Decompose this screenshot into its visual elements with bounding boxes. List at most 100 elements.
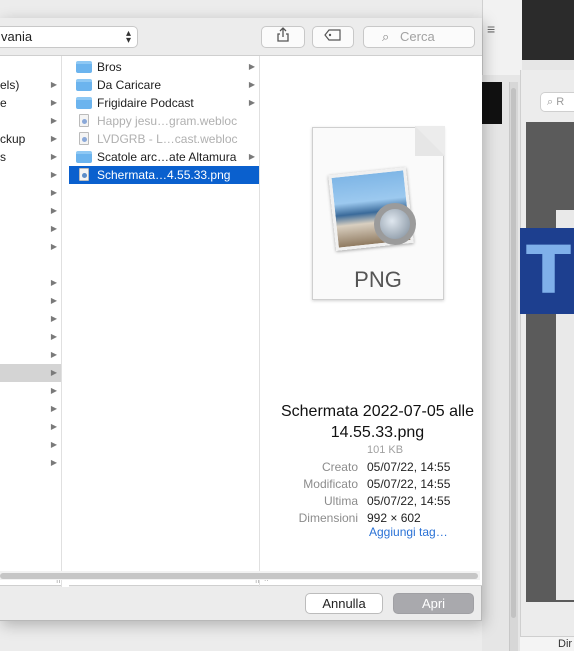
sidebar-row[interactable]: ▶ — [0, 202, 61, 220]
list-item[interactable]: Happy jesu…gram.webloc — [69, 112, 259, 130]
disclosure-arrow-icon: ▶ — [50, 440, 57, 449]
meta-key: Ultima — [323, 494, 358, 508]
list-item[interactable]: Da Caricare ▶ — [69, 76, 259, 94]
list-item-label: Scatole arc…ate Altamura — [97, 150, 237, 164]
column-gap — [62, 56, 69, 587]
webloc-file-icon — [79, 114, 89, 127]
search-icon: ⌕ — [382, 29, 390, 44]
sidebar-row[interactable]: ▶ — [0, 112, 61, 130]
background-dark-area — [522, 0, 574, 60]
disclosure-arrow-icon: ▶ — [50, 278, 57, 287]
sidebar-row[interactable]: ▶ — [0, 400, 61, 418]
background-search-field[interactable]: ⌕ R — [540, 92, 574, 112]
sidebar-row[interactable]: ▶ — [0, 418, 61, 436]
meta-key: Creato — [321, 460, 358, 474]
disclosure-arrow-icon: ▶ — [50, 116, 57, 125]
disclosure-arrow-icon: ▶ — [50, 386, 57, 395]
hamburger-menu-icon[interactable]: ≡ — [487, 22, 501, 36]
sidebar-row[interactable]: ▶ — [0, 184, 61, 202]
background-big-letter: T — [526, 232, 572, 309]
cancel-button[interactable]: Annulla — [305, 593, 383, 614]
share-icon — [276, 27, 290, 45]
sidebar-row-label: s — [0, 150, 6, 164]
sidebar-row[interactable]: ▶ — [0, 310, 61, 328]
disclosure-arrow-icon: ▶ — [50, 206, 57, 215]
horizontal-scroll-thumb[interactable] — [0, 573, 478, 579]
png-preview-icon: PNG — [312, 126, 445, 300]
sidebar-row[interactable]: ▶ — [0, 454, 61, 472]
list-item-selected[interactable]: Schermata…4.55.33.png — [69, 166, 259, 184]
disclosure-arrow-icon: ▶ — [50, 98, 57, 107]
preview-file-name: Schermata 2022-07-05 alle 14.55.33.png — [280, 403, 474, 441]
webloc-file-icon — [79, 132, 89, 145]
dialog-toolbar: vania ▴ ▾ ⌕ Cerca — [0, 18, 482, 55]
meta-key: Dimensioni — [298, 511, 358, 525]
sidebar-row[interactable]: ▶ — [0, 328, 61, 346]
preview-pane: PNG Schermata 2022-07-05 alle 14.55.33.p… — [273, 56, 482, 587]
location-label: vania — [1, 29, 33, 44]
disclosure-arrow-icon: ▶ — [248, 152, 255, 161]
png-file-icon — [79, 168, 89, 181]
sidebar-row[interactable]: ckup ▶ — [0, 130, 61, 148]
meta-value: 05/07/22, 14:55 — [367, 477, 451, 491]
sidebar-row[interactable]: s ▶ — [0, 148, 61, 166]
sidebar-row[interactable]: ▶ — [0, 274, 61, 292]
search-input[interactable]: ⌕ Cerca — [363, 26, 475, 48]
disclosure-arrow-icon: ▶ — [50, 188, 57, 197]
sidebar-row[interactable]: ▶ — [0, 238, 61, 256]
sidebar-row[interactable]: ▶ — [0, 436, 61, 454]
search-placeholder: Cerca — [400, 29, 435, 44]
sidebar-row[interactable]: ▶ — [0, 346, 61, 364]
sidebar-row-selected[interactable]: ▶ — [0, 364, 61, 382]
sidebar-row-label: ckup — [0, 132, 26, 146]
sidebar-row-label: els) — [0, 78, 20, 92]
list-item[interactable]: Bros ▶ — [69, 58, 259, 76]
column-browser: els) ▶ e ▶ ▶ ckup ▶ s ▶ ▶ ▶ ▶ ▶ ▶ ▶ ▶ ▶ ▶ ▶ … — [0, 55, 482, 587]
list-item-label: Schermata…4.55.33.png — [97, 168, 231, 182]
folder-icon — [76, 97, 92, 109]
sidebar-row[interactable]: ▶ — [0, 220, 61, 238]
files-column: Bros ▶ Da Caricare ▶ Frigidaire Podcast … — [69, 56, 260, 587]
file-size: 101 KB — [367, 444, 404, 456]
list-item-label: Frigidaire Podcast — [97, 96, 194, 110]
disclosure-arrow-icon: ▶ — [50, 458, 57, 467]
disclosure-arrow-icon: ▶ — [248, 62, 255, 71]
disclosure-arrow-icon: ▶ — [50, 350, 57, 359]
disclosure-arrow-icon: ▶ — [50, 368, 57, 377]
list-item[interactable]: Frigidaire Podcast ▶ — [69, 94, 259, 112]
magnifier-icon — [374, 203, 416, 245]
location-popup[interactable]: vania ▴ ▾ — [0, 26, 138, 48]
disclosure-arrow-icon: ▶ — [50, 80, 57, 89]
sidebar-row[interactable]: e ▶ — [0, 94, 61, 112]
tag-button[interactable] — [312, 26, 354, 48]
background-toolbar — [482, 0, 522, 75]
updown-chevron-icon: ▴ ▾ — [125, 28, 131, 46]
folder-icon — [76, 79, 92, 91]
open-button[interactable]: Apri — [393, 593, 474, 614]
meta-created: Creato 05/07/22, 14:55 — [273, 459, 482, 476]
sidebar-row-label: e — [0, 96, 7, 110]
meta-modified: Modificato 05/07/22, 14:55 — [273, 476, 482, 493]
list-item[interactable]: LVDGRB - L…cast.webloc — [69, 130, 259, 148]
disclosure-arrow-icon: ▶ — [50, 170, 57, 179]
disclosure-arrow-icon: ▶ — [50, 422, 57, 431]
disclosure-arrow-icon: ▶ — [50, 314, 57, 323]
list-item-label: Da Caricare — [97, 78, 162, 92]
document-fold — [415, 126, 445, 156]
sidebar-row[interactable]: ▶ — [0, 292, 61, 310]
background-status-text: Dir — [520, 636, 574, 651]
sidebar-row[interactable]: ▶ — [0, 382, 61, 400]
sidebar-row[interactable]: ▶ — [0, 166, 61, 184]
background-scroll-thumb[interactable] — [511, 88, 516, 618]
folder-icon — [76, 151, 92, 163]
meta-value: 05/07/22, 14:55 — [367, 494, 451, 508]
add-tag-link[interactable]: Aggiungi tag… — [369, 525, 448, 539]
share-button[interactable] — [261, 26, 305, 48]
list-item-label: Bros — [97, 60, 122, 74]
sidebar-column: els) ▶ e ▶ ▶ ckup ▶ s ▶ ▶ ▶ ▶ ▶ ▶ ▶ ▶ ▶ ▶ ▶ … — [0, 56, 62, 587]
file-type-label: PNG — [354, 267, 402, 292]
disclosure-arrow-icon: ▶ — [50, 404, 57, 413]
sidebar-row[interactable]: els) ▶ — [0, 76, 61, 94]
disclosure-arrow-icon: ▶ — [50, 296, 57, 305]
list-item[interactable]: Scatole arc…ate Altamura ▶ — [69, 148, 259, 166]
